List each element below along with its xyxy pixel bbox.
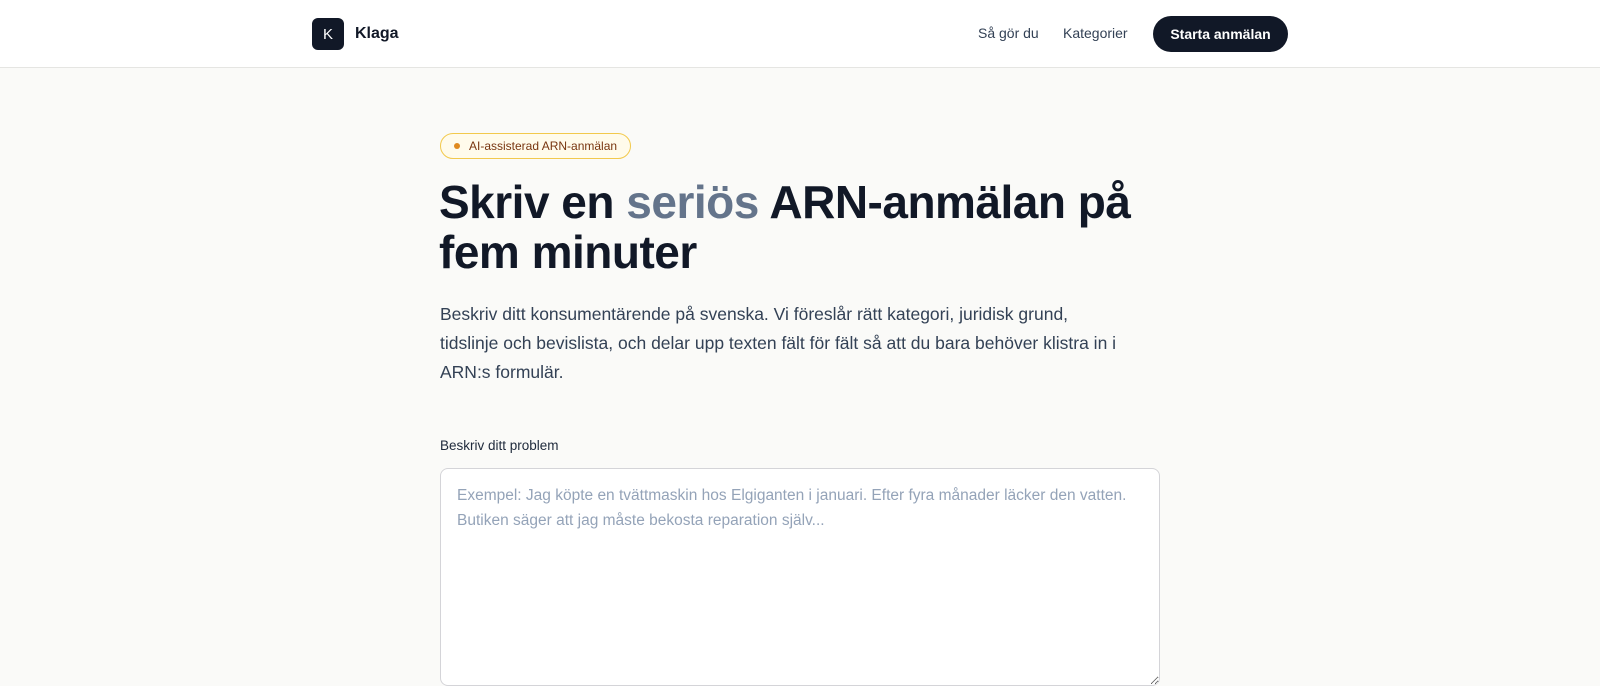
title-accent: seriös: [626, 176, 759, 228]
brand-name: Klaga: [355, 25, 399, 42]
nav-link-how-it-works[interactable]: Så gör du: [978, 25, 1039, 41]
status-dot-icon: [454, 143, 460, 149]
brand-logo[interactable]: K Klaga: [312, 18, 399, 50]
nav-link-categories[interactable]: Kategorier: [1063, 25, 1128, 41]
start-report-button[interactable]: Starta anmälan: [1153, 16, 1288, 52]
title-part-1: Skriv en: [439, 176, 627, 228]
ai-badge: AI-assisterad ARN-anmälan: [440, 133, 632, 159]
site-header: K Klaga Så gör du Kategorier Starta anmä…: [0, 0, 1600, 68]
problem-textarea[interactable]: [440, 468, 1160, 686]
problem-label: Beskriv ditt problem: [440, 438, 559, 453]
badge-label: AI-assisterad ARN-anmälan: [469, 139, 618, 153]
hero-description: Beskriv ditt konsumentärende på svenska.…: [440, 304, 1117, 382]
page-title: Skriv en seriös ARN-anmälan på fem minut…: [439, 177, 1199, 277]
logo-mark: K: [312, 18, 344, 50]
